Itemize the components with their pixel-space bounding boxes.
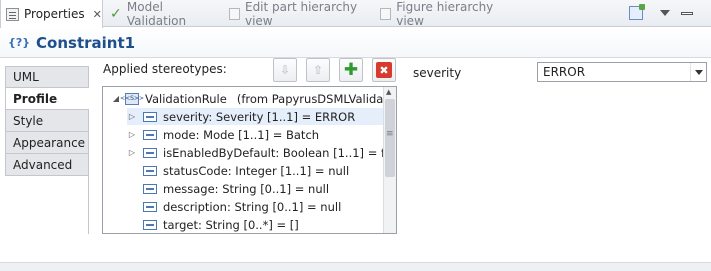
- property-icon: [143, 201, 157, 212]
- tab-figure-hierarchy-label: Figure hierarchy view: [396, 0, 494, 28]
- minimize-button[interactable]: [681, 3, 693, 23]
- delete-icon: ✖: [376, 62, 392, 78]
- property-label: mode: Mode [1..1] = Batch: [163, 127, 320, 142]
- expand-icon[interactable]: ▷: [127, 148, 137, 157]
- tab-properties-label: Properties: [24, 7, 85, 21]
- combo-dropdown-button[interactable]: [690, 63, 706, 81]
- expand-icon[interactable]: ▷: [127, 112, 137, 121]
- bottom-edge: [0, 262, 711, 271]
- tab-figure-hierarchy[interactable]: Figure hierarchy view: [380, 0, 515, 28]
- tree-row-statuscode[interactable]: statusCode: Integer [1..1] = null: [137, 162, 349, 179]
- chevron-down-icon: [694, 69, 703, 75]
- property-icon: [143, 111, 157, 122]
- tree-row-severity[interactable]: ▷ severity: Severity [1..1] = ERROR: [127, 108, 383, 125]
- move-down-icon: ⇩: [279, 63, 291, 77]
- tree-row-target[interactable]: target: String [0..*] = []: [137, 216, 299, 233]
- pin-icon: [629, 4, 645, 20]
- applied-stereotypes-label: Applied stereotypes:: [103, 62, 227, 76]
- tree-row-mode[interactable]: ▷ mode: Mode [1..1] = Batch: [127, 126, 319, 143]
- stereotype-source: (from PapyrusDSMLValidatio: [236, 91, 397, 106]
- constraint-icon: {?}: [8, 36, 31, 49]
- tab-model-validation-label: Model Validation: [126, 0, 187, 28]
- tree-vertical-scrollbar[interactable]: ▲: [383, 87, 396, 233]
- properties-icon: [6, 7, 19, 21]
- section-tabs: UML Profile Style Appearance Advanced: [5, 66, 89, 234]
- tree-root-row[interactable]: ◢ <<S>> ValidationRule (from PapyrusDSML…: [111, 90, 397, 107]
- severity-value: ERROR: [543, 65, 586, 79]
- frame-icon: [380, 7, 392, 20]
- pin-button[interactable]: [629, 3, 645, 23]
- property-label: description: String [0..1] = null: [163, 199, 342, 214]
- property-icon: [143, 219, 157, 230]
- frame-icon: [229, 7, 240, 20]
- scroll-up-icon[interactable]: ▲: [386, 88, 391, 96]
- property-icon: [143, 147, 157, 158]
- add-icon: ✚: [343, 59, 359, 80]
- stereotype-icon: <<S>>: [120, 92, 144, 105]
- section-tab-label: Advanced: [13, 157, 73, 172]
- property-icon: [143, 165, 157, 176]
- view-tab-bar: Properties ✕ ✓ Model Validation Edit par…: [0, 0, 711, 28]
- severity-combo[interactable]: ERROR: [537, 62, 707, 82]
- property-label: isEnabledByDefault: Boolean [1..1] = fal…: [163, 145, 397, 160]
- stereotype-tree[interactable]: ◢ <<S>> ValidationRule (from PapyrusDSML…: [102, 86, 397, 234]
- remove-stereotype-button[interactable]: ✖: [372, 58, 396, 82]
- property-label: target: String [0..*] = []: [163, 217, 299, 232]
- view-menu-button[interactable]: [660, 3, 670, 23]
- property-icon: [143, 183, 157, 194]
- section-tab-uml[interactable]: UML: [5, 66, 89, 88]
- move-up-icon: ⇧: [312, 63, 324, 77]
- section-tab-label: UML: [13, 70, 39, 84]
- section-tab-appearance[interactable]: Appearance: [5, 132, 89, 154]
- property-label: severity: Severity [1..1] = ERROR: [163, 109, 356, 124]
- section-tab-profile[interactable]: Profile: [5, 88, 89, 110]
- tree-row-isenabledbydefault[interactable]: ▷ isEnabledByDefault: Boolean [1..1] = f…: [127, 144, 397, 161]
- move-down-button[interactable]: ⇩: [273, 58, 297, 82]
- section-tabs-filler: [5, 176, 89, 234]
- section-tab-label: Appearance: [13, 135, 86, 150]
- tab-model-validation[interactable]: ✓ Model Validation: [110, 0, 225, 28]
- stereotype-name: ValidationRule: [145, 91, 227, 106]
- scrollbar-thumb[interactable]: [385, 99, 395, 177]
- section-tab-label: Style: [13, 113, 44, 128]
- tree-row-description[interactable]: description: String [0..1] = null: [137, 198, 341, 215]
- chevron-down-icon: [660, 10, 670, 16]
- properties-header: {?} Constraint1: [0, 28, 711, 58]
- add-stereotype-button[interactable]: ✚: [339, 58, 363, 82]
- close-icon[interactable]: ✕: [93, 8, 102, 21]
- tab-edit-part-hierarchy[interactable]: Edit part hierarchy view: [229, 0, 374, 28]
- expand-icon[interactable]: ▷: [127, 130, 137, 139]
- tab-edit-part-hierarchy-label: Edit part hierarchy view: [244, 0, 358, 28]
- severity-label: severity: [413, 66, 462, 80]
- minimize-icon: [681, 11, 693, 15]
- move-up-button[interactable]: ⇧: [306, 58, 330, 82]
- tab-properties[interactable]: Properties ✕: [0, 0, 103, 28]
- check-icon: ✓: [110, 5, 122, 22]
- section-tab-advanced[interactable]: Advanced: [5, 154, 89, 176]
- section-tab-label: Profile: [13, 91, 58, 106]
- property-icon: [143, 129, 157, 140]
- property-label: message: String [0..1] = null: [163, 181, 330, 196]
- property-label: statusCode: Integer [1..1] = null: [163, 163, 350, 178]
- tree-row-message[interactable]: message: String [0..1] = null: [137, 180, 329, 197]
- page-title: Constraint1: [36, 33, 136, 52]
- section-tab-style[interactable]: Style: [5, 110, 89, 132]
